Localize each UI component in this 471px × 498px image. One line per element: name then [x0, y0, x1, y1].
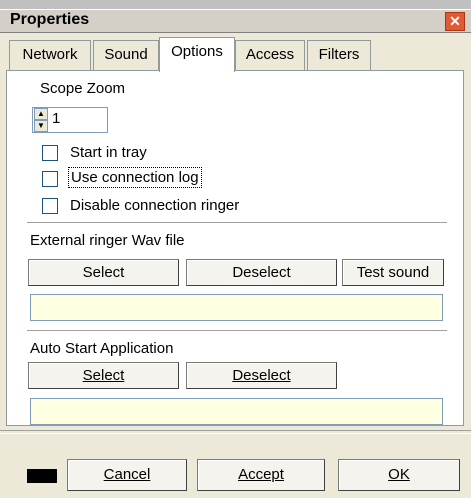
cancel-button[interactable]: Cancel	[67, 459, 187, 491]
color-swatch[interactable]	[27, 469, 57, 483]
auto-start-label: Auto Start Application	[30, 340, 174, 357]
scope-zoom-label: Scope Zoom	[40, 80, 126, 97]
disable-connection-ringer-label[interactable]: Disable connection ringer	[70, 197, 239, 214]
tab-network[interactable]: Network	[9, 40, 91, 70]
scope-zoom-value[interactable]: 1	[52, 110, 60, 127]
spin-down-button[interactable]: ▼	[34, 120, 48, 132]
separator	[27, 222, 447, 224]
separator	[27, 330, 447, 332]
footer-separator	[0, 430, 471, 434]
autostart-deselect-label: Deselect	[232, 367, 291, 384]
spin-up-icon: ▲	[37, 109, 45, 118]
start-in-tray-checkbox[interactable]	[42, 145, 58, 161]
title-bar-edge	[0, 0, 471, 10]
use-connection-log-checkbox[interactable]	[42, 171, 58, 187]
close-icon: ✕	[449, 13, 461, 29]
ringer-deselect-button[interactable]: Deselect	[186, 259, 337, 286]
autostart-select-button[interactable]: Select	[28, 362, 179, 389]
test-sound-button[interactable]: Test sound	[342, 259, 444, 286]
cancel-label: Cancel	[103, 466, 151, 483]
tab-sound[interactable]: Sound	[93, 40, 159, 70]
autostart-path-field[interactable]	[30, 398, 443, 425]
close-button[interactable]: ✕	[445, 12, 465, 31]
spin-down-icon: ▼	[37, 121, 45, 130]
window-title: Properties	[10, 11, 90, 28]
accept-button[interactable]: Accept	[197, 459, 325, 491]
ok-button[interactable]: OK	[338, 459, 460, 491]
tab-filters[interactable]: Filters	[307, 40, 371, 70]
ok-label: OK	[388, 466, 410, 483]
accept-label: Accept	[238, 466, 284, 483]
external-ringer-label: External ringer Wav file	[30, 232, 185, 249]
autostart-deselect-button[interactable]: Deselect	[186, 362, 337, 389]
spin-up-button[interactable]: ▲	[34, 108, 48, 120]
start-in-tray-label[interactable]: Start in tray	[70, 144, 147, 161]
ringer-wav-path-field[interactable]	[30, 294, 443, 321]
autostart-select-label: Select	[82, 367, 125, 384]
tab-access[interactable]: Access	[235, 40, 305, 70]
disable-connection-ringer-checkbox[interactable]	[42, 198, 58, 214]
tab-options[interactable]: Options	[159, 37, 235, 72]
ringer-select-button[interactable]: Select	[28, 259, 179, 286]
use-connection-log-label[interactable]: Use connection log	[68, 167, 202, 188]
